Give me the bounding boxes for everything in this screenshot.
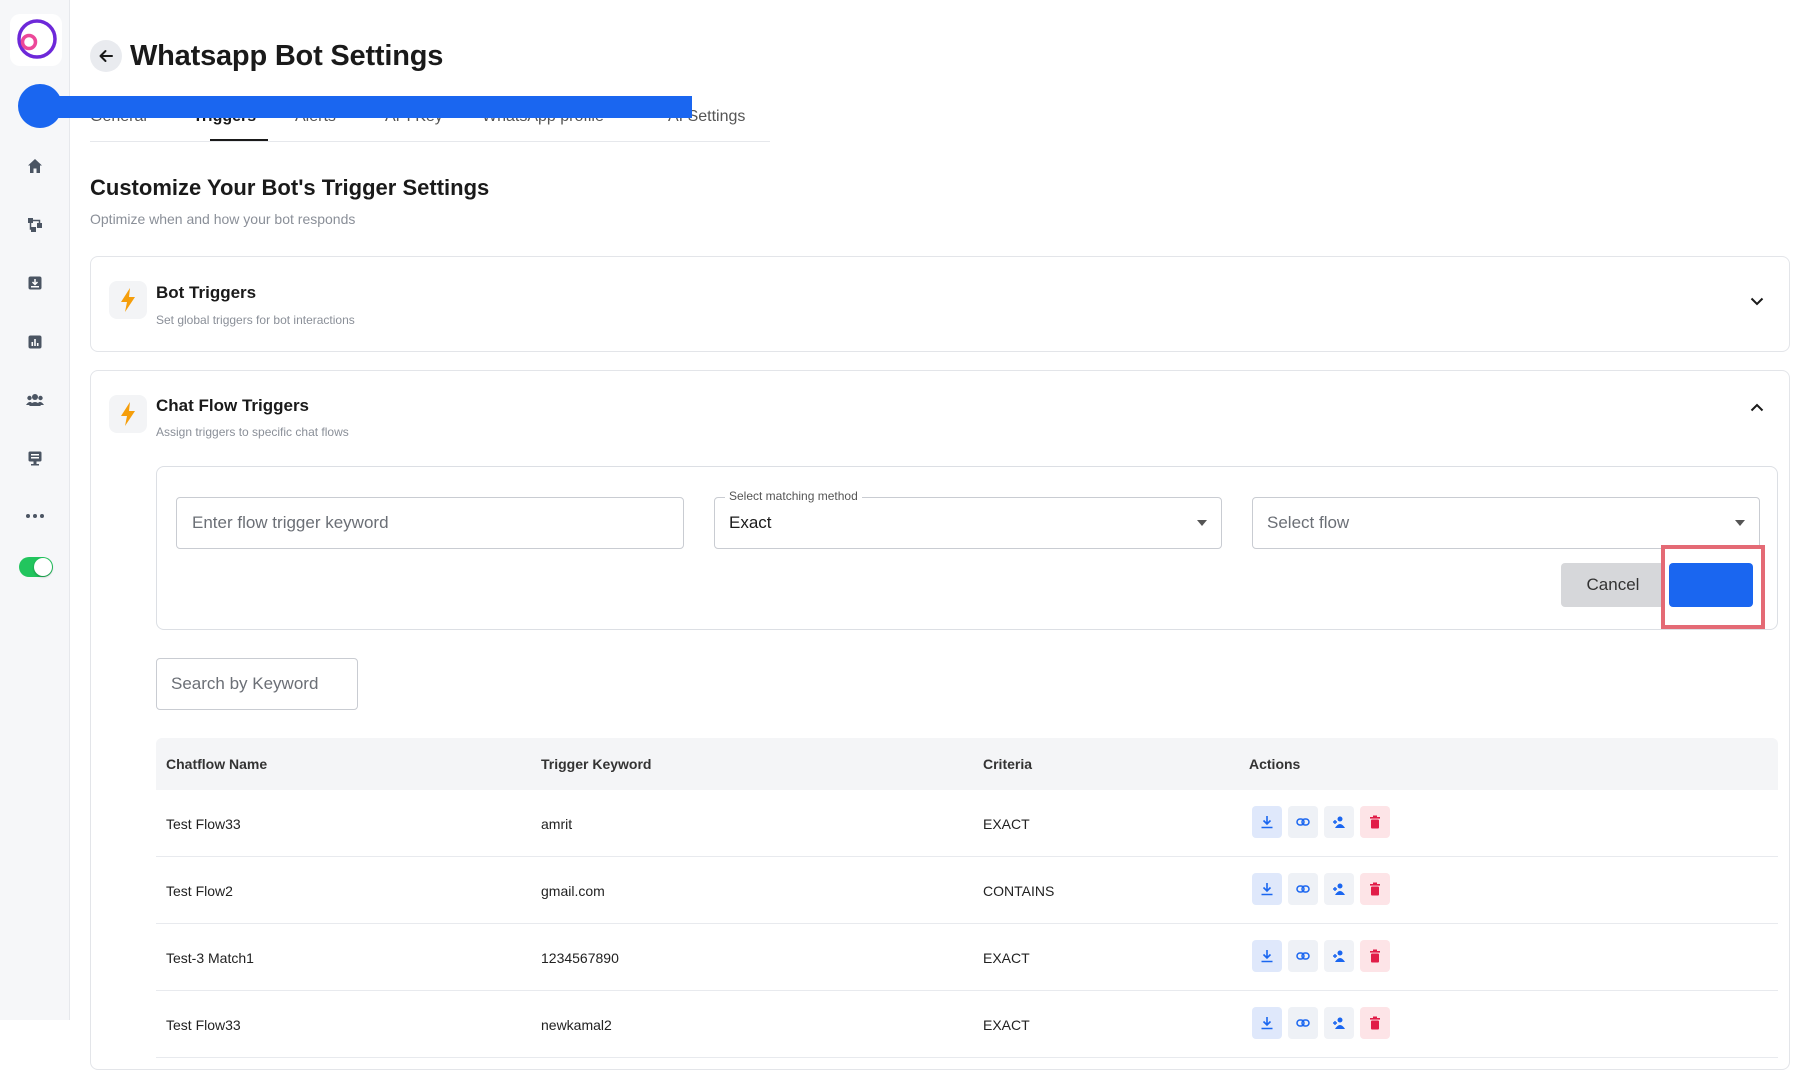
- row-actions: [1252, 806, 1390, 838]
- criteria: EXACT: [983, 950, 1030, 966]
- analytics-icon[interactable]: [20, 327, 50, 357]
- section-subtitle: Optimize when and how your bot responds: [90, 211, 356, 227]
- header-chatflow-name: Chatflow Name: [166, 756, 268, 772]
- delete-icon[interactable]: [1360, 940, 1390, 972]
- download-icon[interactable]: [1252, 806, 1282, 838]
- active-tab-indicator: [210, 139, 268, 141]
- header-criteria: Criteria: [983, 756, 1033, 772]
- section-title: Customize Your Bot's Trigger Settings: [90, 175, 490, 200]
- assign-user-icon[interactable]: [1324, 873, 1354, 905]
- download-icon[interactable]: [1252, 1007, 1282, 1039]
- trigger-keyword: amrit: [541, 816, 573, 832]
- matching-method-select[interactable]: Select matching method Exact: [714, 489, 1222, 549]
- more-icon[interactable]: [20, 501, 50, 531]
- download-icon[interactable]: [1252, 873, 1282, 905]
- assign-user-icon[interactable]: [1324, 1007, 1354, 1039]
- redaction-bar: [38, 96, 692, 118]
- bot-triggers-subtitle: Set global triggers for bot interactions: [156, 313, 355, 327]
- back-button[interactable]: [90, 40, 122, 72]
- bolt-icon: [109, 281, 147, 319]
- cancel-button[interactable]: Cancel: [1561, 563, 1665, 607]
- bolt-icon: [109, 395, 147, 433]
- flow-icon[interactable]: [20, 210, 50, 240]
- table-header: Chatflow Name Trigger Keyword Criteria A…: [156, 738, 1778, 790]
- flow-select[interactable]: Select flow: [1252, 497, 1760, 549]
- table-row: Test Flow33 amrit EXACT: [156, 790, 1778, 857]
- assign-user-icon[interactable]: [1324, 806, 1354, 838]
- contacts-icon[interactable]: [20, 385, 50, 415]
- chatflow-name: Test Flow33: [166, 816, 241, 832]
- templates-icon[interactable]: [20, 443, 50, 473]
- add-trigger-form: Select matching method Exact Select flow…: [156, 466, 1778, 630]
- row-actions: [1252, 940, 1390, 972]
- link-icon[interactable]: [1288, 1007, 1318, 1039]
- assign-user-icon[interactable]: [1324, 940, 1354, 972]
- chatflow-name: Test Flow33: [166, 1017, 241, 1033]
- arrow-left-icon: [99, 50, 113, 62]
- page-title: Whatsapp Bot Settings: [130, 40, 444, 72]
- triggers-table: Chatflow Name Trigger Keyword Criteria A…: [156, 738, 1778, 1058]
- keyword-input[interactable]: [177, 498, 683, 548]
- keyword-search[interactable]: [156, 658, 358, 710]
- save-button[interactable]: [1669, 563, 1753, 607]
- table-row: Test Flow33 newkamal2 EXACT: [156, 991, 1778, 1058]
- chatflow-name: Test Flow2: [166, 883, 233, 899]
- link-icon[interactable]: [1288, 806, 1318, 838]
- trigger-keyword: newkamal2: [541, 1017, 612, 1033]
- caret-down-icon: [1197, 520, 1207, 526]
- sidebar: [0, 0, 70, 1020]
- flow-select-placeholder: Select flow: [1267, 513, 1350, 532]
- table-row: Test Flow2 gmail.com CONTAINS: [156, 857, 1778, 924]
- chat-flow-triggers-title: Chat Flow Triggers: [156, 396, 310, 415]
- header-actions: Actions: [1249, 756, 1301, 772]
- link-icon[interactable]: [1288, 940, 1318, 972]
- download-icon[interactable]: [1252, 940, 1282, 972]
- main-content: Whatsapp Bot Settings General Triggers A…: [18, 0, 1806, 1070]
- table-row: Test-3 Match1 1234567890 EXACT: [156, 924, 1778, 991]
- delete-icon[interactable]: [1360, 1007, 1390, 1039]
- matching-method-legend: Select matching method: [725, 489, 862, 503]
- criteria: EXACT: [983, 816, 1030, 832]
- row-actions: [1252, 1007, 1390, 1039]
- delete-icon[interactable]: [1360, 806, 1390, 838]
- criteria: CONTAINS: [983, 883, 1055, 899]
- matching-method-value: Exact: [729, 513, 772, 532]
- bot-triggers-title: Bot Triggers: [156, 283, 257, 302]
- chatflow-name: Test-3 Match1: [166, 950, 254, 966]
- caret-down-icon: [1735, 520, 1745, 526]
- status-toggle[interactable]: [19, 557, 53, 577]
- keyword-field[interactable]: [176, 497, 684, 549]
- inbox-icon[interactable]: [20, 268, 50, 298]
- chevron-down-icon[interactable]: [1747, 291, 1767, 311]
- toggle-knob: [34, 558, 52, 576]
- bot-triggers-card[interactable]: Bot Triggers Set global triggers for bot…: [90, 256, 1790, 352]
- delete-icon[interactable]: [1360, 873, 1390, 905]
- criteria: EXACT: [983, 1017, 1030, 1033]
- search-input[interactable]: [157, 659, 357, 709]
- home-icon[interactable]: [20, 151, 50, 181]
- chat-flow-triggers-subtitle: Assign triggers to specific chat flows: [156, 425, 349, 439]
- row-actions: [1252, 873, 1390, 905]
- logo-icon: [17, 19, 57, 59]
- chevron-up-icon[interactable]: [1747, 397, 1767, 417]
- link-icon[interactable]: [1288, 873, 1318, 905]
- app-logo[interactable]: [10, 14, 62, 66]
- trigger-keyword: gmail.com: [541, 883, 605, 899]
- header-trigger-keyword: Trigger Keyword: [541, 756, 652, 772]
- trigger-keyword: 1234567890: [541, 950, 619, 966]
